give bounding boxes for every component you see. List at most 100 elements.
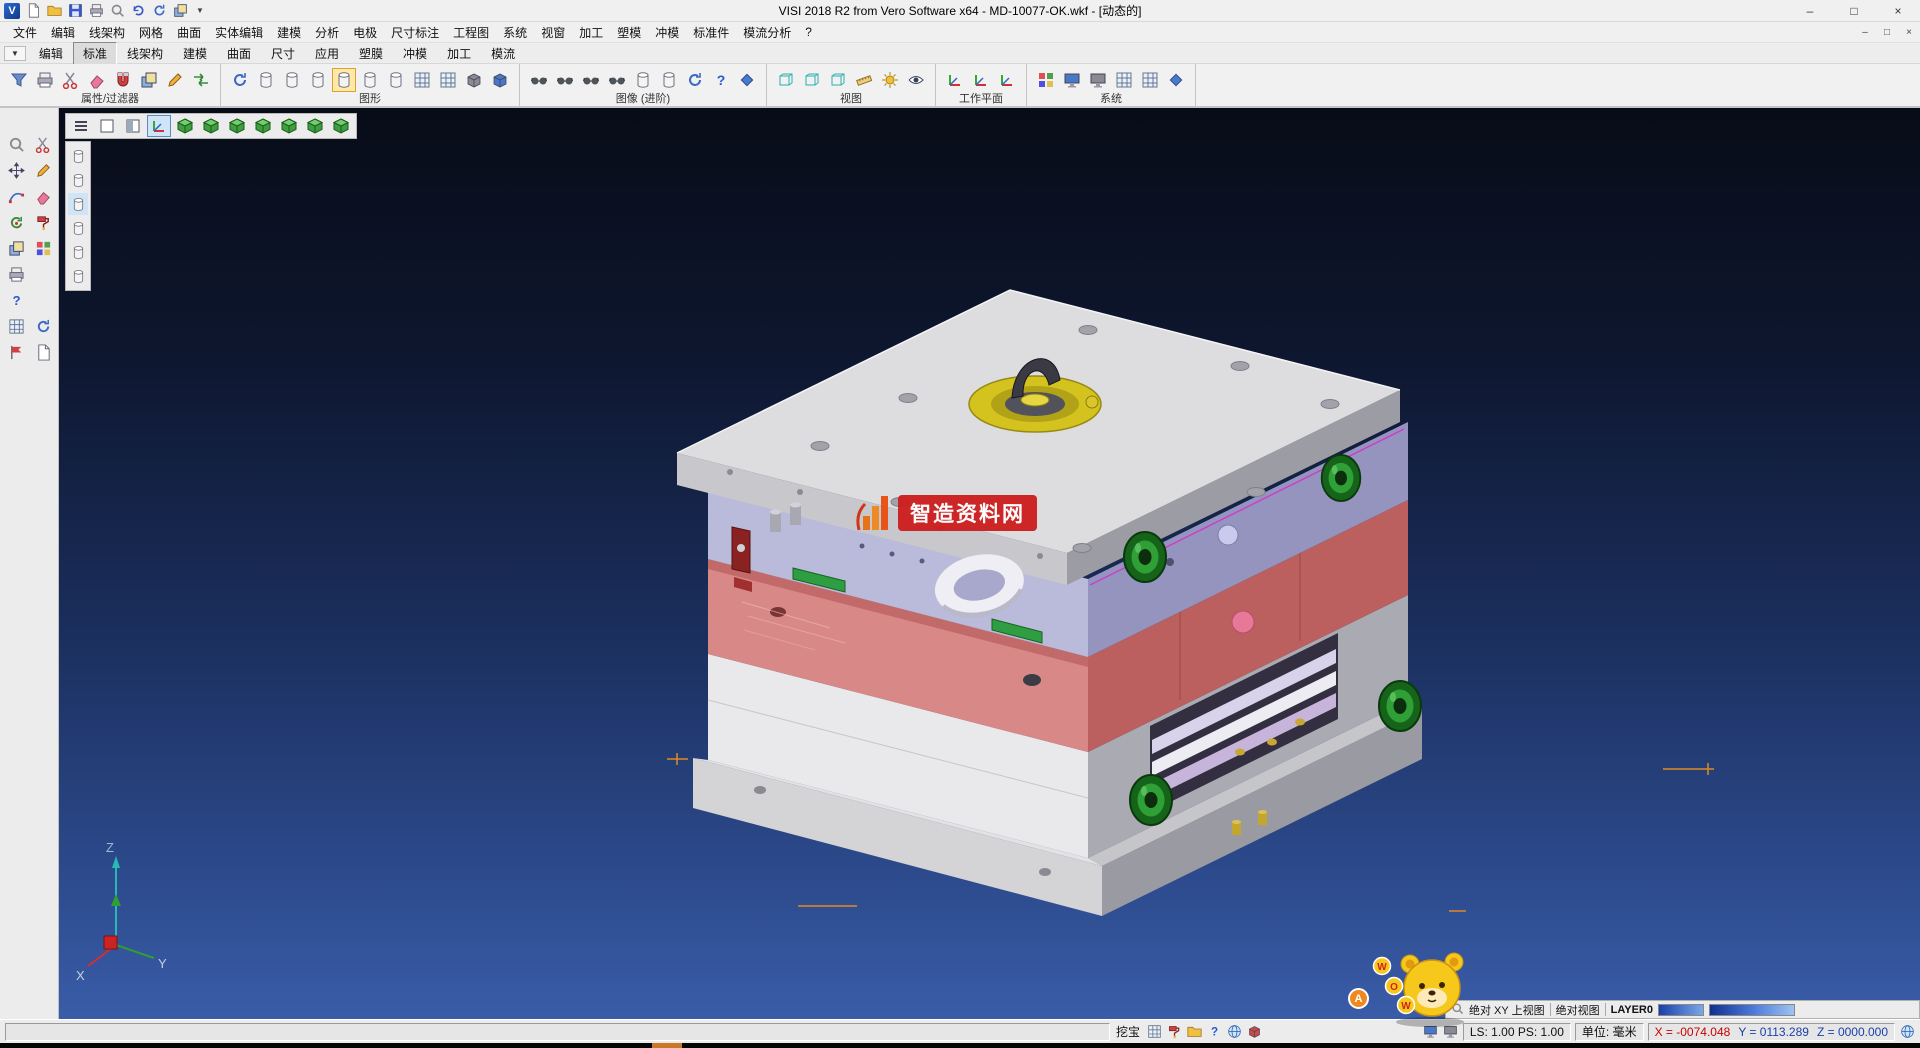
menu-analysis[interactable]: 分析 — [308, 22, 346, 43]
mascot-overlay[interactable]: W O W — [1372, 948, 1482, 1028]
open-folder-icon[interactable] — [1184, 1023, 1204, 1041]
light-icon[interactable] — [878, 68, 902, 92]
menu-edit[interactable]: 编辑 — [44, 22, 82, 43]
tab-progress[interactable]: 冲模 — [393, 42, 437, 65]
perspective-icon[interactable] — [1164, 68, 1188, 92]
menu-progress[interactable]: 冲模 — [648, 22, 686, 43]
a-badge[interactable]: A — [1348, 988, 1369, 1009]
workplane-align-icon[interactable] — [995, 68, 1019, 92]
filter-icon[interactable] — [7, 68, 31, 92]
close-button[interactable]: × — [1876, 0, 1920, 22]
wireframe-grid-icon[interactable] — [410, 68, 434, 92]
material-icon[interactable] — [735, 68, 759, 92]
view-cube-iso-icon[interactable] — [303, 115, 327, 137]
zoom-tool-icon[interactable] — [4, 132, 28, 156]
save-icon[interactable] — [66, 2, 84, 20]
guide-bushing-2[interactable] — [1322, 455, 1361, 501]
system-settings-icon[interactable] — [1086, 68, 1110, 92]
view-cube-bottom-icon[interactable] — [277, 115, 301, 137]
menu-file[interactable]: 文件 — [6, 22, 44, 43]
trim-icon[interactable] — [59, 68, 83, 92]
web-icon[interactable] — [1224, 1023, 1244, 1041]
pick-label[interactable]: 挖宝 — [1112, 1023, 1144, 1040]
undo-icon[interactable] — [129, 2, 147, 20]
snap-grid-icon[interactable] — [1138, 68, 1162, 92]
display-settings-icon[interactable] — [1060, 68, 1084, 92]
minimize-button[interactable]: – — [1788, 0, 1832, 22]
view-transparent-icon[interactable] — [527, 68, 551, 92]
3d-viewport[interactable]: Z X Y — [59, 108, 1920, 1019]
view-cube-side-icon[interactable] — [225, 115, 249, 137]
edit-attributes-icon[interactable] — [163, 68, 187, 92]
layers-icon[interactable] — [171, 2, 189, 20]
filter-active-icon[interactable] — [68, 193, 88, 215]
workplane-edit-icon[interactable] — [969, 68, 993, 92]
view-axes-active-icon[interactable] — [147, 115, 171, 137]
print-entity-icon[interactable] — [33, 68, 57, 92]
view-cube-front-icon[interactable] — [199, 115, 223, 137]
shading-mode-4-icon[interactable] — [358, 68, 382, 92]
refresh-icon[interactable] — [150, 2, 168, 20]
menu-solid-edit[interactable]: 实体编辑 — [208, 22, 270, 43]
rendered-cube-icon[interactable] — [488, 68, 512, 92]
query-tool-icon[interactable] — [4, 288, 28, 312]
doc-tool-icon[interactable] — [31, 340, 55, 364]
palette-tool-icon[interactable] — [31, 236, 55, 260]
menu-window[interactable]: 视窗 — [534, 22, 572, 43]
iso-view-icon[interactable] — [774, 68, 798, 92]
tab-flow[interactable]: 模流 — [481, 42, 525, 65]
filter-all-icon[interactable] — [68, 265, 88, 287]
maximize-button[interactable]: □ — [1832, 0, 1876, 22]
curve-tool-icon[interactable] — [4, 184, 28, 208]
color-swatch-2[interactable] — [1709, 1004, 1795, 1016]
menu-help[interactable]: ? — [798, 23, 819, 41]
help-icon[interactable] — [1204, 1023, 1224, 1041]
print-preview-icon[interactable] — [108, 2, 126, 20]
guide-bushing-4[interactable] — [1130, 775, 1172, 825]
cut-tool-icon[interactable] — [31, 132, 55, 156]
layers-tool-icon[interactable] — [4, 236, 28, 260]
layer-label[interactable]: LAYER0 — [1611, 1004, 1653, 1016]
view-section-icon[interactable] — [605, 68, 629, 92]
menu-flow-analysis[interactable]: 模流分析 — [736, 22, 798, 43]
grid-settings-icon[interactable] — [1112, 68, 1136, 92]
shading-mode-3-icon[interactable] — [306, 68, 330, 92]
rotate-tool-icon[interactable] — [4, 210, 28, 234]
flag-tool-icon[interactable] — [4, 340, 28, 364]
visibility-icon[interactable] — [904, 68, 928, 92]
filter-point-icon[interactable] — [68, 241, 88, 263]
swap-icon[interactable] — [189, 68, 213, 92]
print-icon[interactable] — [87, 2, 105, 20]
front-view-icon[interactable] — [800, 68, 824, 92]
draw-tool-icon[interactable] — [31, 158, 55, 182]
units-field[interactable]: 单位: 毫米 — [1575, 1023, 1644, 1041]
menu-modeling[interactable]: 建模 — [270, 22, 308, 43]
taskbar-app-chip[interactable] — [652, 1043, 682, 1048]
menu-surface[interactable]: 曲面 — [170, 22, 208, 43]
tab-wireframe[interactable]: 线架构 — [117, 42, 173, 65]
guide-bushing-1[interactable] — [1124, 532, 1166, 582]
mdi-restore-button[interactable]: □ — [1876, 23, 1898, 41]
view-xray-icon[interactable] — [553, 68, 577, 92]
shaded-cube-icon[interactable] — [462, 68, 486, 92]
erase-tool-icon[interactable] — [31, 184, 55, 208]
solid-mode-icon[interactable] — [1244, 1023, 1264, 1041]
paint-tool-icon[interactable] — [31, 210, 55, 234]
sync-tool-icon[interactable] — [31, 314, 55, 338]
measure-icon[interactable] — [852, 68, 876, 92]
mdi-minimize-button[interactable]: – — [1854, 23, 1876, 41]
absolute-view-label[interactable]: 绝对视图 — [1556, 1002, 1600, 1018]
filter-surface-icon[interactable] — [68, 169, 88, 191]
mdi-close-button[interactable]: × — [1898, 23, 1920, 41]
hidden-line-icon[interactable] — [436, 68, 460, 92]
view-menu-icon[interactable] — [69, 115, 93, 137]
tab-modeling[interactable]: 建模 — [173, 42, 217, 65]
menu-machining[interactable]: 加工 — [572, 22, 610, 43]
open-file-icon[interactable] — [45, 2, 63, 20]
shading-mode-5-icon[interactable] — [384, 68, 408, 92]
menu-mesh[interactable]: 网格 — [132, 22, 170, 43]
tab-machining[interactable]: 加工 — [437, 42, 481, 65]
update-display-icon[interactable] — [683, 68, 707, 92]
view-cube-shaded-icon[interactable] — [329, 115, 353, 137]
menu-system[interactable]: 系统 — [496, 22, 534, 43]
